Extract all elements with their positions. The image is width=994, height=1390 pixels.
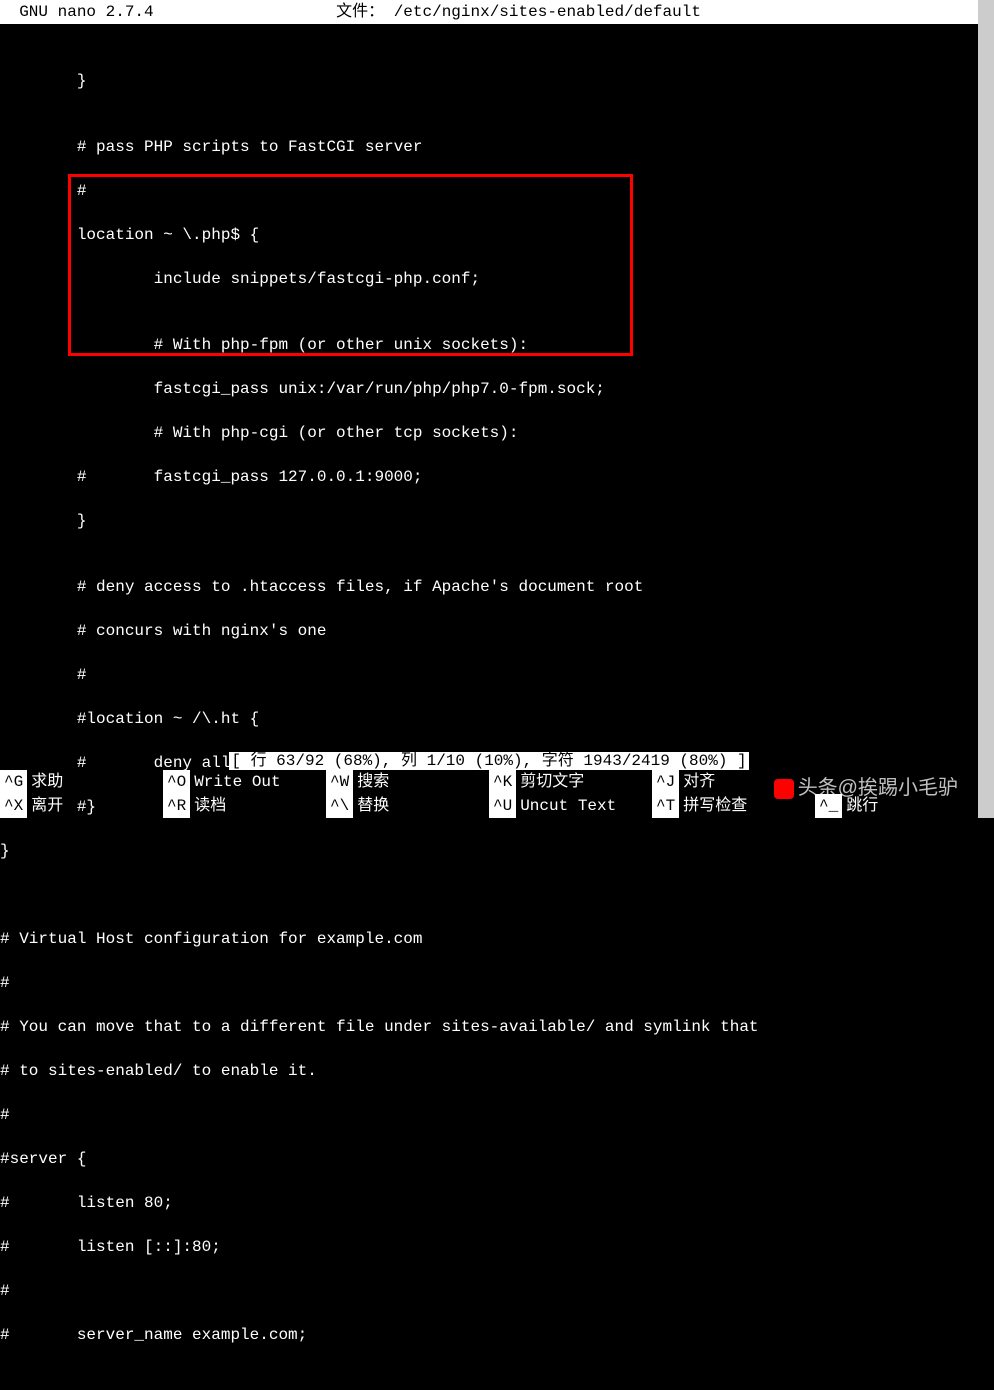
code-line: # deny access to .htaccess files, if Apa…: [0, 576, 978, 598]
code-line: # listen 80;: [0, 1192, 978, 1214]
code-line: #: [0, 664, 978, 686]
help-item[interactable]: ^G求助: [0, 770, 163, 794]
help-label: 读档: [194, 794, 226, 818]
code-line: location ~ \.php$ {: [0, 224, 978, 246]
help-label: 拼写检查: [683, 794, 747, 818]
title-bar: GNU nano 2.7.4 文件： /etc/nginx/sites-enab…: [0, 0, 978, 24]
help-item[interactable]: ^R读档: [163, 794, 326, 818]
help-label: 搜索: [357, 770, 389, 794]
code-line: # Virtual Host configuration for example…: [0, 928, 978, 950]
code-line: }: [0, 510, 978, 532]
code-line: # fastcgi_pass 127.0.0.1:9000;: [0, 466, 978, 488]
help-label: 剪切文字: [520, 770, 584, 794]
help-label: 跳行: [846, 794, 878, 818]
help-row: ^X离开 ^R读档 ^\替换 ^UUncut Text ^T拼写检查 ^_跳行: [0, 794, 978, 818]
code-line: # to sites-enabled/ to enable it.: [0, 1060, 978, 1082]
help-key: ^U: [489, 794, 516, 818]
code-line: # listen [::]:80;: [0, 1236, 978, 1258]
help-key: ^R: [163, 794, 190, 818]
file-label: 文件：: [336, 3, 384, 21]
editor-area[interactable]: } # pass PHP scripts to FastCGI server #…: [0, 24, 978, 1390]
help-key: ^J: [652, 770, 679, 794]
help-label: 对齐: [683, 770, 715, 794]
help-bar: ^G求助 ^OWrite Out ^W搜索 ^K剪切文字 ^J对齐 ^X离开 ^…: [0, 770, 978, 818]
help-label: Write Out: [194, 770, 280, 794]
code-line: #server {: [0, 1148, 978, 1170]
code-line: # With php-fpm (or other unix sockets):: [0, 334, 978, 356]
help-label: 离开: [31, 794, 63, 818]
code-line: # pass PHP scripts to FastCGI server: [0, 136, 978, 158]
code-line: include snippets/fastcgi-php.conf;: [0, 268, 978, 290]
code-line: # With php-cgi (or other tcp sockets):: [0, 422, 978, 444]
help-item[interactable]: ^OWrite Out: [163, 770, 326, 794]
status-text: [ 行 63/92 (68%), 列 1/10 (10%), 字符 1943/2…: [229, 752, 748, 770]
code-line: }: [0, 70, 978, 92]
highlight-box: [68, 174, 633, 356]
code-line: #: [0, 972, 978, 994]
code-line: # server_name example.com;: [0, 1324, 978, 1346]
help-key: ^_: [815, 794, 842, 818]
code-line: #: [0, 180, 978, 202]
help-item[interactable]: ^X离开: [0, 794, 163, 818]
help-key: ^G: [0, 770, 27, 794]
help-key: ^K: [489, 770, 516, 794]
help-item[interactable]: ^J对齐: [652, 770, 815, 794]
help-item[interactable]: ^W搜索: [326, 770, 489, 794]
help-key: ^X: [0, 794, 27, 818]
code-line: #: [0, 1280, 978, 1302]
code-line: # You can move that to a different file …: [0, 1016, 978, 1038]
help-key: ^\: [326, 794, 353, 818]
help-label: Uncut Text: [520, 794, 616, 818]
help-item[interactable]: ^T拼写检查: [652, 794, 815, 818]
help-item[interactable]: ^\替换: [326, 794, 489, 818]
help-item[interactable]: ^K剪切文字: [489, 770, 652, 794]
help-row: ^G求助 ^OWrite Out ^W搜索 ^K剪切文字 ^J对齐: [0, 770, 978, 794]
help-item: [815, 770, 978, 794]
code-line: #: [0, 1104, 978, 1126]
help-key: ^W: [326, 770, 353, 794]
code-line: # concurs with nginx's one: [0, 620, 978, 642]
code-line: #location ~ /\.ht {: [0, 708, 978, 730]
help-label: 替换: [357, 794, 389, 818]
app-name: GNU nano 2.7.4: [19, 3, 153, 21]
status-bar: [ 行 63/92 (68%), 列 1/10 (10%), 字符 1943/2…: [0, 746, 978, 770]
file-path: /etc/nginx/sites-enabled/default: [394, 3, 701, 21]
help-item[interactable]: ^_跳行: [815, 794, 978, 818]
code-line: }: [0, 840, 978, 862]
help-key: ^O: [163, 770, 190, 794]
help-key: ^T: [652, 794, 679, 818]
help-item[interactable]: ^UUncut Text: [489, 794, 652, 818]
help-label: 求助: [31, 770, 63, 794]
code-line: fastcgi_pass unix:/var/run/php/php7.0-fp…: [0, 378, 978, 400]
